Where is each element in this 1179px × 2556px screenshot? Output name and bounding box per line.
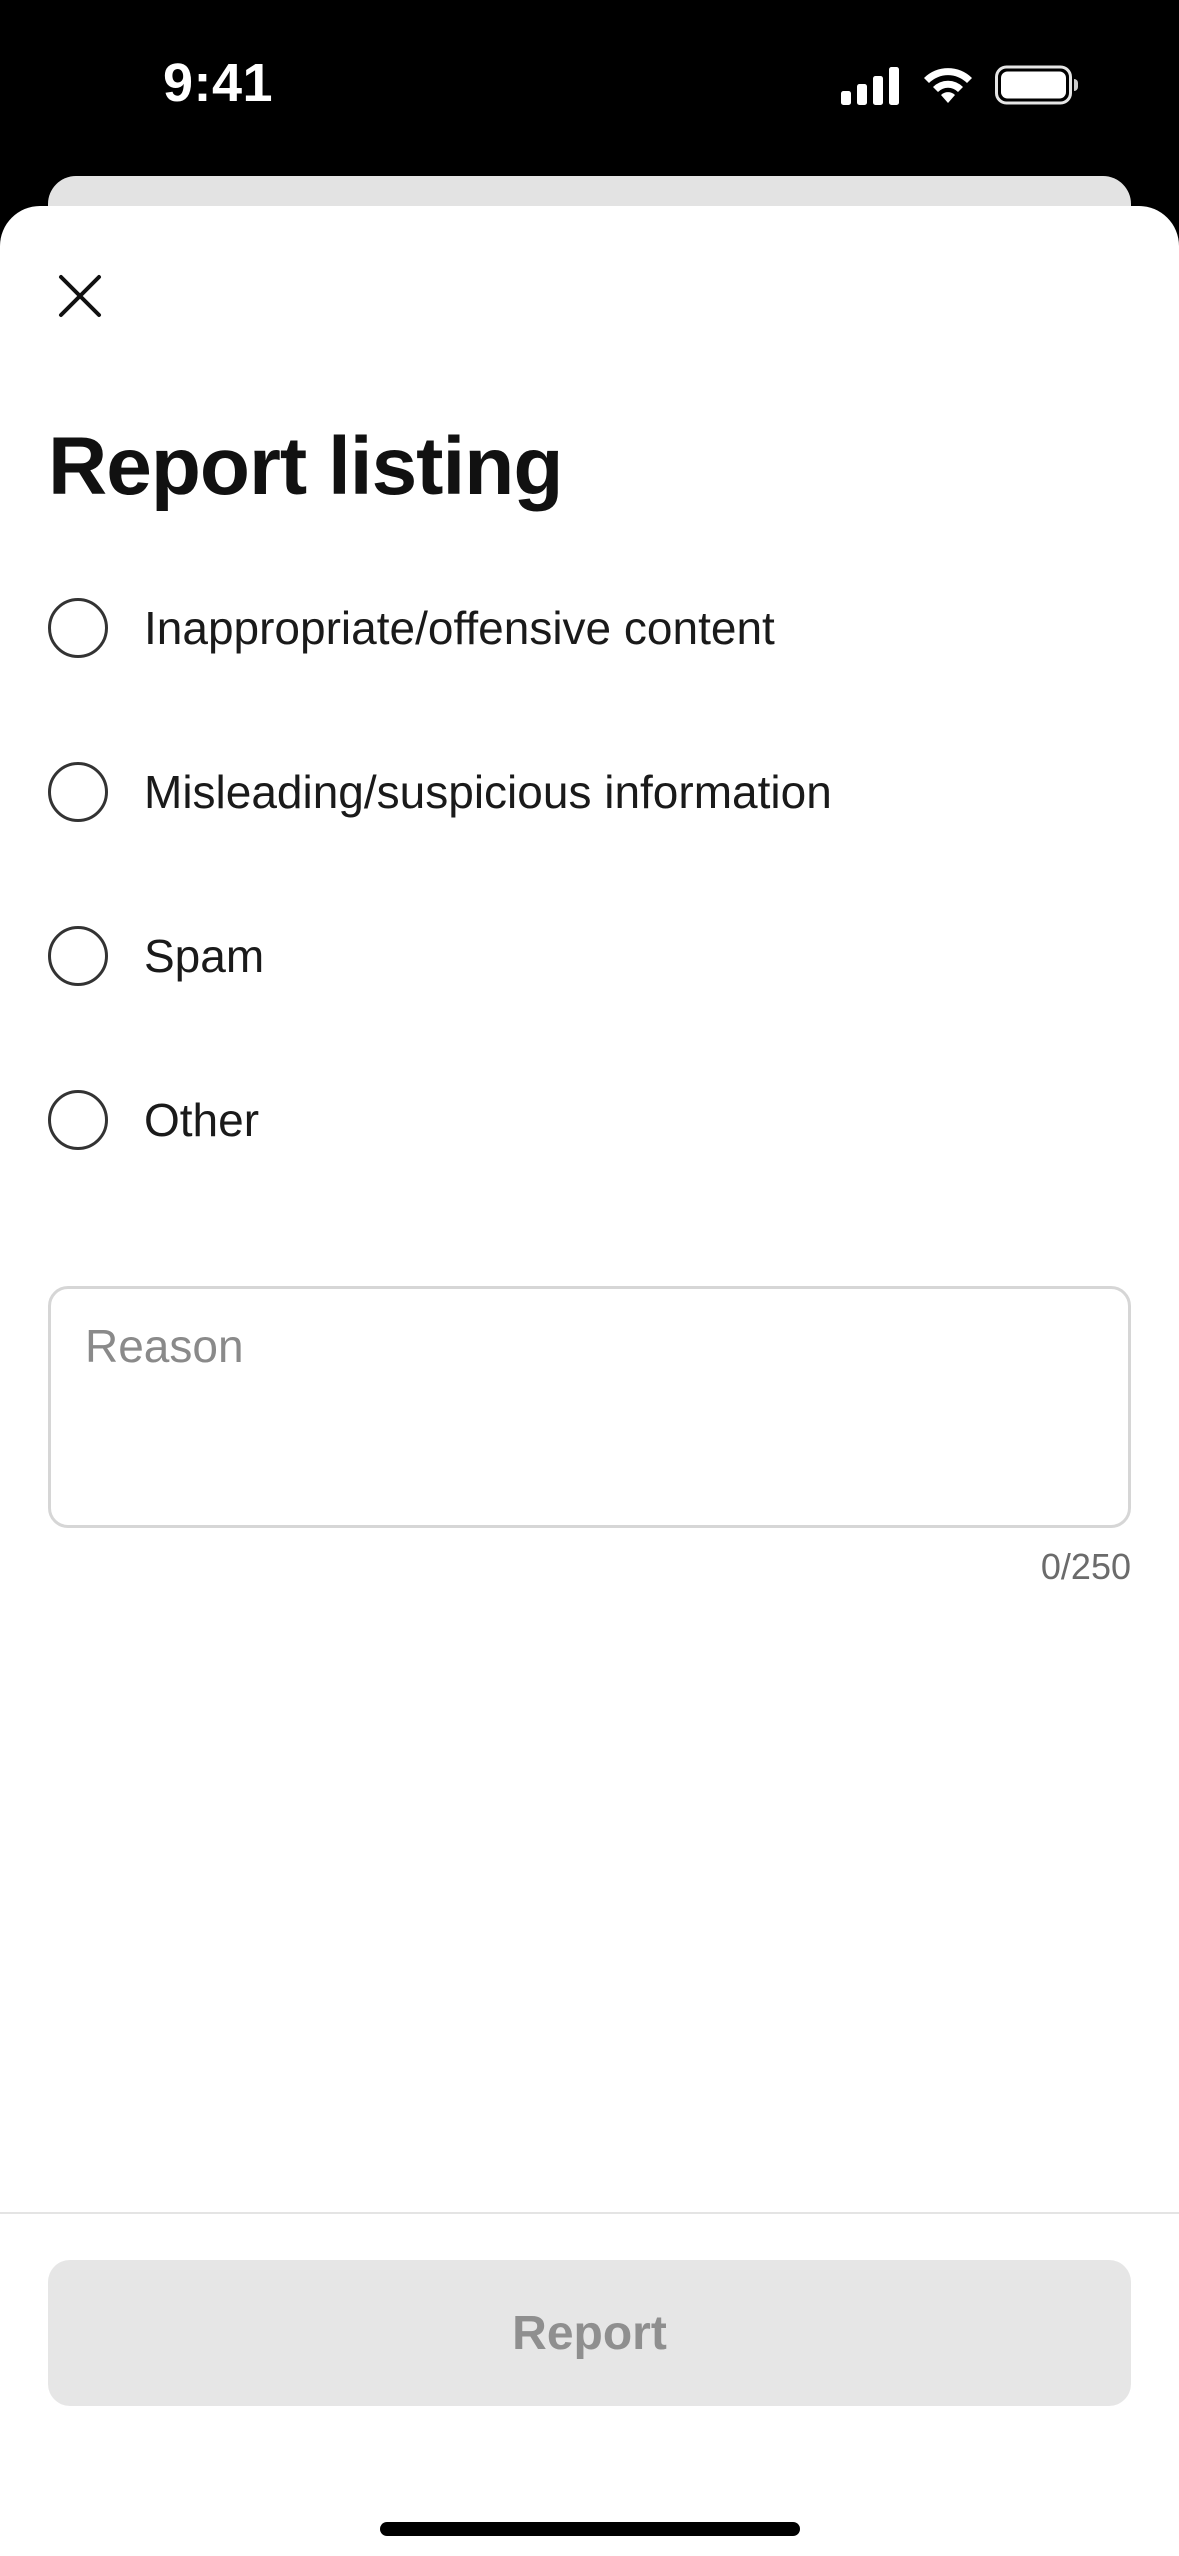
reason-input[interactable] xyxy=(85,1319,1085,1499)
close-button[interactable] xyxy=(44,262,116,334)
radio-button[interactable] xyxy=(48,762,108,822)
option-inappropriate-content[interactable]: Inappropriate/offensive content xyxy=(48,598,1131,762)
page-title: Report listing xyxy=(48,421,563,512)
home-indicator xyxy=(380,2522,800,2536)
reason-field[interactable] xyxy=(48,1286,1131,1528)
footer-divider xyxy=(0,2212,1179,2214)
status-time: 9:41 xyxy=(163,53,274,113)
radio-button[interactable] xyxy=(48,1090,108,1150)
report-sheet: Report listing Inappropriate/offensive c… xyxy=(0,206,1179,2556)
cellular-signal-icon xyxy=(841,65,901,110)
close-icon xyxy=(58,274,102,323)
report-reason-options: Inappropriate/offensive content Misleadi… xyxy=(48,598,1131,1254)
status-icons xyxy=(841,62,1079,112)
option-label: Other xyxy=(144,1094,260,1146)
wifi-icon xyxy=(921,65,975,110)
option-spam[interactable]: Spam xyxy=(48,926,1131,1090)
report-button[interactable]: Report xyxy=(48,2260,1131,2406)
character-counter: 0/250 xyxy=(1040,1546,1131,1587)
radio-button[interactable] xyxy=(48,926,108,986)
radio-button[interactable] xyxy=(48,598,108,658)
battery-icon xyxy=(995,65,1079,110)
option-label: Misleading/suspicious information xyxy=(144,766,832,818)
option-misleading-information[interactable]: Misleading/suspicious information xyxy=(48,762,1131,926)
option-label: Inappropriate/offensive content xyxy=(144,602,775,654)
option-other[interactable]: Other xyxy=(48,1090,1131,1254)
option-label: Spam xyxy=(144,930,265,982)
status-bar: 9:41 xyxy=(0,0,1179,170)
screen: 9:41 Report listing Inappropriate/offens… xyxy=(0,0,1179,2556)
